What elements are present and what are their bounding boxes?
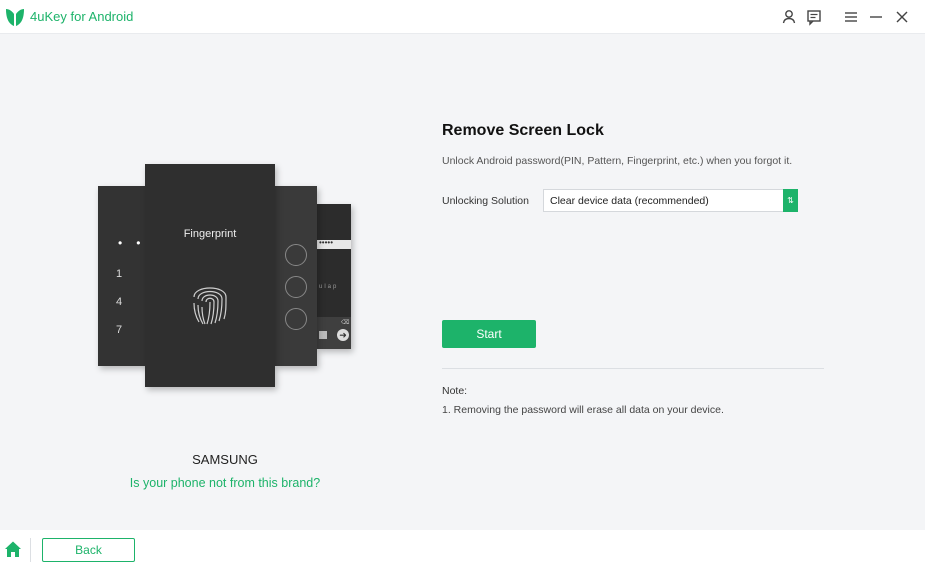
back-button[interactable]: Back [42,538,135,562]
pin-digit: 1 [116,268,123,280]
password-field: ••••• [317,238,351,249]
unlocking-solution-value: Clear device data (recommended) [550,195,709,207]
device-brand: SAMSUNG [192,452,258,467]
feedback-icon[interactable] [805,8,823,26]
pin-digit: 7 [116,324,123,336]
password-lock-screen: ••••• ulap ⌫ ➜ [317,204,351,349]
divider [30,538,31,562]
close-icon[interactable] [893,8,911,26]
password-mask: ••••• [319,238,334,247]
app-title: 4uKey for Android [30,9,134,24]
select-updown-icon[interactable]: ⇅ [783,189,798,212]
keyboard-key [319,331,327,339]
pin-digit: 4 [116,296,123,308]
fingerprint-label: Fingerprint [183,228,237,240]
minimize-icon[interactable] [867,8,885,26]
start-button[interactable]: Start [442,320,536,348]
arrow-right-icon: ➜ [337,329,349,341]
unlocking-solution-select[interactable]: Clear device data (recommended) ⇅ [543,189,798,212]
home-icon[interactable] [4,540,22,558]
lock-types-illustration: •• 1 4 7 Fingerprint ••••• ulap ⌫ ➜ [98,164,353,389]
menu-icon[interactable] [842,8,860,26]
page-subtitle: Unlock Android password(PIN, Pattern, Fi… [442,155,793,167]
fingerprint-icon [193,287,227,325]
keyboard-key: ⌫ [341,320,350,326]
main-content: •• 1 4 7 Fingerprint ••••• ulap ⌫ ➜ SAMS… [0,34,925,530]
app-logo-icon [6,9,24,26]
page-title: Remove Screen Lock [442,122,604,139]
unlocking-solution-label: Unlocking Solution [442,195,529,207]
bottom-bar: Back [0,530,925,562]
password-keyboard: ⌫ ➜ [317,317,351,349]
pattern-dot [285,244,307,266]
pattern-dot [285,276,307,298]
note-title: Note: [442,385,468,397]
user-icon[interactable] [780,8,798,26]
note-text: 1. Removing the password will erase all … [442,404,724,416]
pattern-dot [285,308,307,330]
pattern-lock-screen [275,186,317,366]
change-brand-link[interactable]: Is your phone not from this brand? [100,476,350,490]
title-bar: 4uKey for Android [0,0,925,34]
fingerprint-lock-screen: Fingerprint [145,164,275,387]
password-hint: ulap [319,284,339,290]
divider [442,368,824,369]
